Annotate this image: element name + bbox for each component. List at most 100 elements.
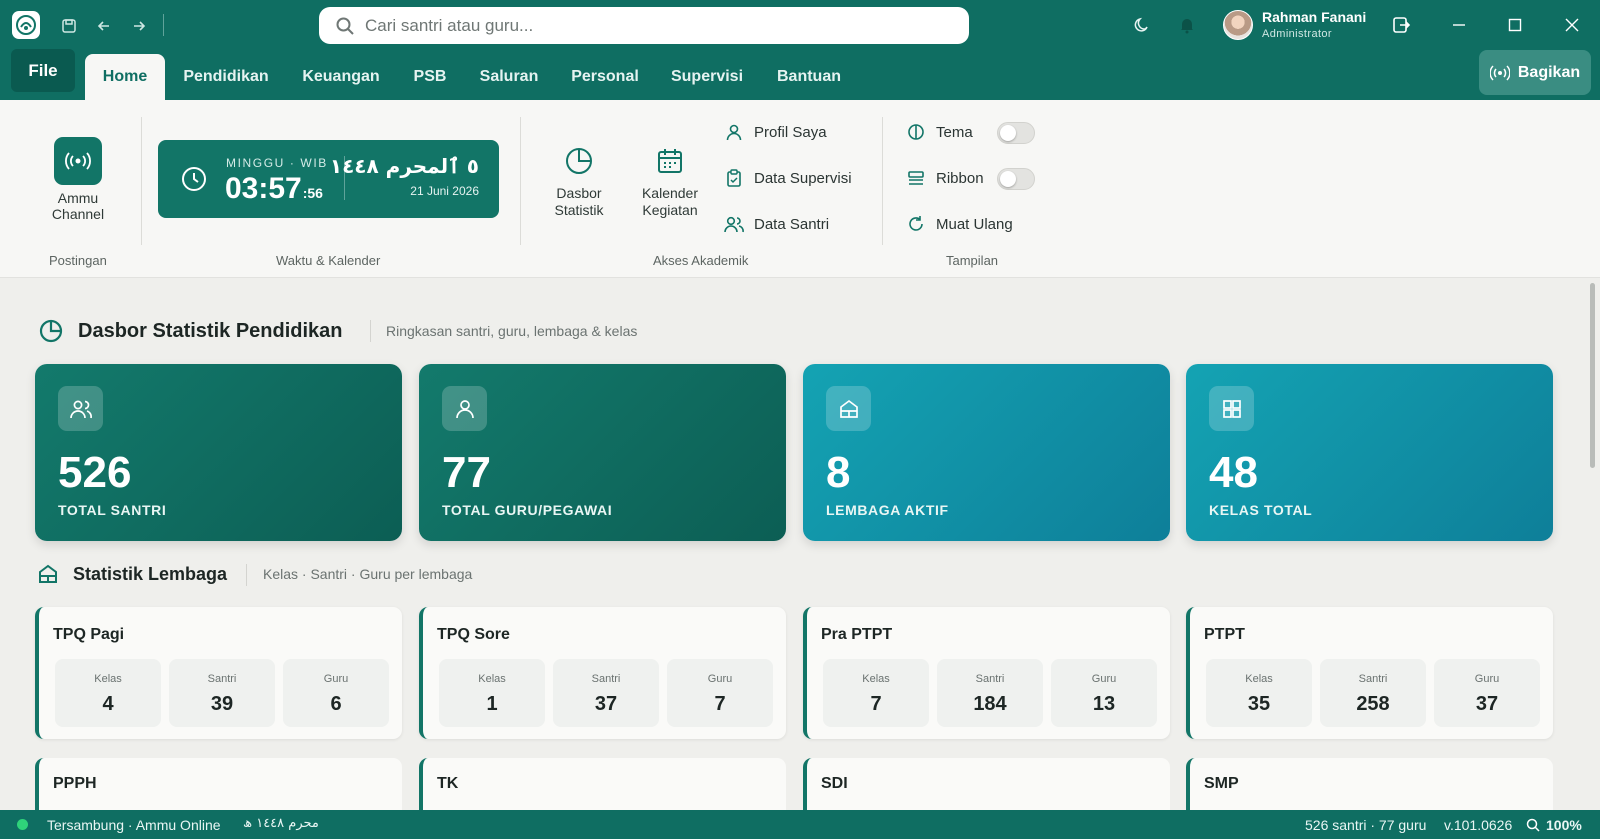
broadcast-icon	[1489, 64, 1510, 81]
tab-bantuan[interactable]: Bantuan	[768, 54, 850, 100]
students-button[interactable]: Data Santri	[724, 214, 829, 234]
tab-home[interactable]: Home	[85, 54, 165, 100]
reload-label: Muat Ulang	[936, 215, 1013, 233]
stat-cell-kelas: Kelas 4	[55, 659, 161, 727]
status-bar: Tersambung · Ammu Online محرم ١٤٤٨ ھ 526…	[0, 810, 1600, 839]
count-summary: 526 santri · 77 guru	[1305, 817, 1427, 833]
share-label: Bagikan	[1517, 63, 1581, 81]
group-label-academic: Akses Akademik	[653, 253, 749, 268]
institution-name: TPQ Sore	[437, 626, 510, 643]
cell-value: 7	[714, 693, 726, 715]
search-box[interactable]	[319, 7, 969, 44]
grid-icon	[1209, 386, 1254, 431]
institution-card[interactable]: TPQ Pagi Kelas 4 Santri 39 Guru 6	[35, 607, 402, 739]
title-divider	[246, 564, 247, 586]
cell-label: Santri	[591, 673, 621, 685]
dashboard-title: Dasbor Statistik Pendidikan	[78, 320, 343, 342]
clipboard-icon	[724, 168, 744, 188]
forward-arrow-icon[interactable]	[127, 14, 151, 38]
cell-label: Kelas	[94, 673, 122, 685]
ribbon-label: Ribbon	[936, 169, 984, 187]
institution-card[interactable]: TPQ Sore Kelas 1 Santri 37 Guru 7	[419, 607, 786, 739]
institution-card[interactable]: SDI	[803, 758, 1170, 818]
stat-label: TOTAL SANTRI	[58, 502, 167, 518]
refresh-icon	[906, 214, 926, 234]
stat-card-lembaga[interactable]: 8 LEMBAGA AKTIF	[803, 364, 1170, 541]
supervision-label: Data Supervisi	[754, 169, 852, 187]
institution-card[interactable]: TK	[419, 758, 786, 818]
users-icon	[724, 214, 744, 234]
stat-cell-santri: Santri 184	[937, 659, 1043, 727]
ribbon-toggle[interactable]	[997, 168, 1035, 190]
calendar-button[interactable]: Kalender Kegiatan	[636, 145, 704, 219]
moon-icon[interactable]	[1130, 13, 1154, 37]
close-icon[interactable]	[1560, 13, 1584, 37]
clock-icon	[180, 165, 208, 193]
tab-saluran[interactable]: Saluran	[473, 54, 545, 100]
cell-value: 39	[210, 693, 234, 715]
cell-value: 7	[870, 693, 882, 715]
hijri-status: محرم ١٤٤٨ ھ	[243, 816, 319, 831]
stat-value: 526	[58, 448, 132, 497]
pie-chart-icon	[38, 318, 64, 344]
share-button[interactable]: Bagikan	[1479, 50, 1591, 95]
logout-icon[interactable]	[1389, 13, 1413, 37]
stat-card-kelas[interactable]: 48 KELAS TOTAL	[1186, 364, 1553, 541]
users-icon	[58, 386, 103, 431]
institution-name: TK	[437, 775, 459, 792]
calendar-icon	[654, 145, 686, 177]
contrast-icon	[906, 122, 926, 142]
stat-value: 77	[442, 448, 491, 497]
cell-value: 35	[1247, 693, 1271, 715]
supervision-button[interactable]: Data Supervisi	[724, 168, 852, 188]
stat-label: KELAS TOTAL	[1209, 502, 1313, 518]
cell-label: Kelas	[1245, 673, 1273, 685]
dashboard-button[interactable]: Dasbor Statistik	[548, 145, 610, 219]
group-divider	[520, 117, 521, 245]
institutions-subtitle: Kelas · Santri · Guru per lembaga	[263, 566, 473, 582]
reload-button[interactable]: Muat Ulang	[906, 214, 1013, 234]
ammu-channel-button[interactable]	[54, 137, 102, 185]
tab-psb[interactable]: PSB	[405, 54, 455, 100]
institution-card[interactable]: Pra PTPT Kelas 7 Santri 184 Guru 13	[803, 607, 1170, 739]
stat-label: TOTAL GURU/PEGAWAI	[442, 502, 613, 518]
institution-card[interactable]: PPPH	[35, 758, 402, 818]
bell-icon[interactable]	[1175, 13, 1199, 37]
minimize-icon[interactable]	[1447, 13, 1471, 37]
tab-supervisi[interactable]: Supervisi	[666, 54, 748, 100]
cell-label: Santri	[207, 673, 237, 685]
stat-cell-santri: Santri 39	[169, 659, 275, 727]
avatar[interactable]	[1223, 10, 1253, 40]
ammu-channel-label[interactable]: Ammu Channel	[40, 190, 116, 222]
group-label-posting: Postingan	[49, 253, 107, 268]
stat-cell-guru: Guru 13	[1051, 659, 1157, 727]
online-status-dot	[17, 819, 28, 830]
institution-name: PTPT	[1204, 626, 1245, 643]
tab-pendidikan[interactable]: Pendidikan	[176, 54, 276, 100]
stat-label: LEMBAGA AKTIF	[826, 502, 949, 518]
profile-label: Profil Saya	[754, 123, 827, 141]
search-input[interactable]	[365, 15, 925, 36]
stat-cell-santri: Santri 258	[1320, 659, 1426, 727]
theme-toggle[interactable]	[997, 122, 1035, 144]
profile-button[interactable]: Profil Saya	[724, 122, 827, 142]
tab-keuangan[interactable]: Keuangan	[296, 54, 386, 100]
cell-label: Santri	[1358, 673, 1388, 685]
app-logo	[12, 11, 40, 39]
maximize-icon[interactable]	[1503, 13, 1527, 37]
back-arrow-icon[interactable]	[92, 14, 116, 38]
version-label: v.101.0626	[1444, 817, 1513, 833]
hijri-date: ٥ ٱلمحرم ١٤٤٨	[329, 154, 479, 178]
institution-card[interactable]: SMP	[1186, 758, 1553, 818]
stat-card-guru[interactable]: 77 TOTAL GURU/PEGAWAI	[419, 364, 786, 541]
file-menu-button[interactable]: File	[11, 49, 75, 92]
institutions-title: Statistik Lembaga	[73, 564, 228, 584]
tab-personal[interactable]: Personal	[564, 54, 646, 100]
user-icon	[724, 122, 744, 142]
vertical-scrollbar[interactable]	[1590, 283, 1595, 468]
stat-card-santri[interactable]: 526 TOTAL SANTRI	[35, 364, 402, 541]
zoom-icon[interactable]	[1526, 818, 1540, 832]
save-icon[interactable]	[57, 14, 81, 38]
institution-card[interactable]: PTPT Kelas 35 Santri 258 Guru 37	[1186, 607, 1553, 739]
zoom-level[interactable]: 100%	[1546, 817, 1582, 833]
